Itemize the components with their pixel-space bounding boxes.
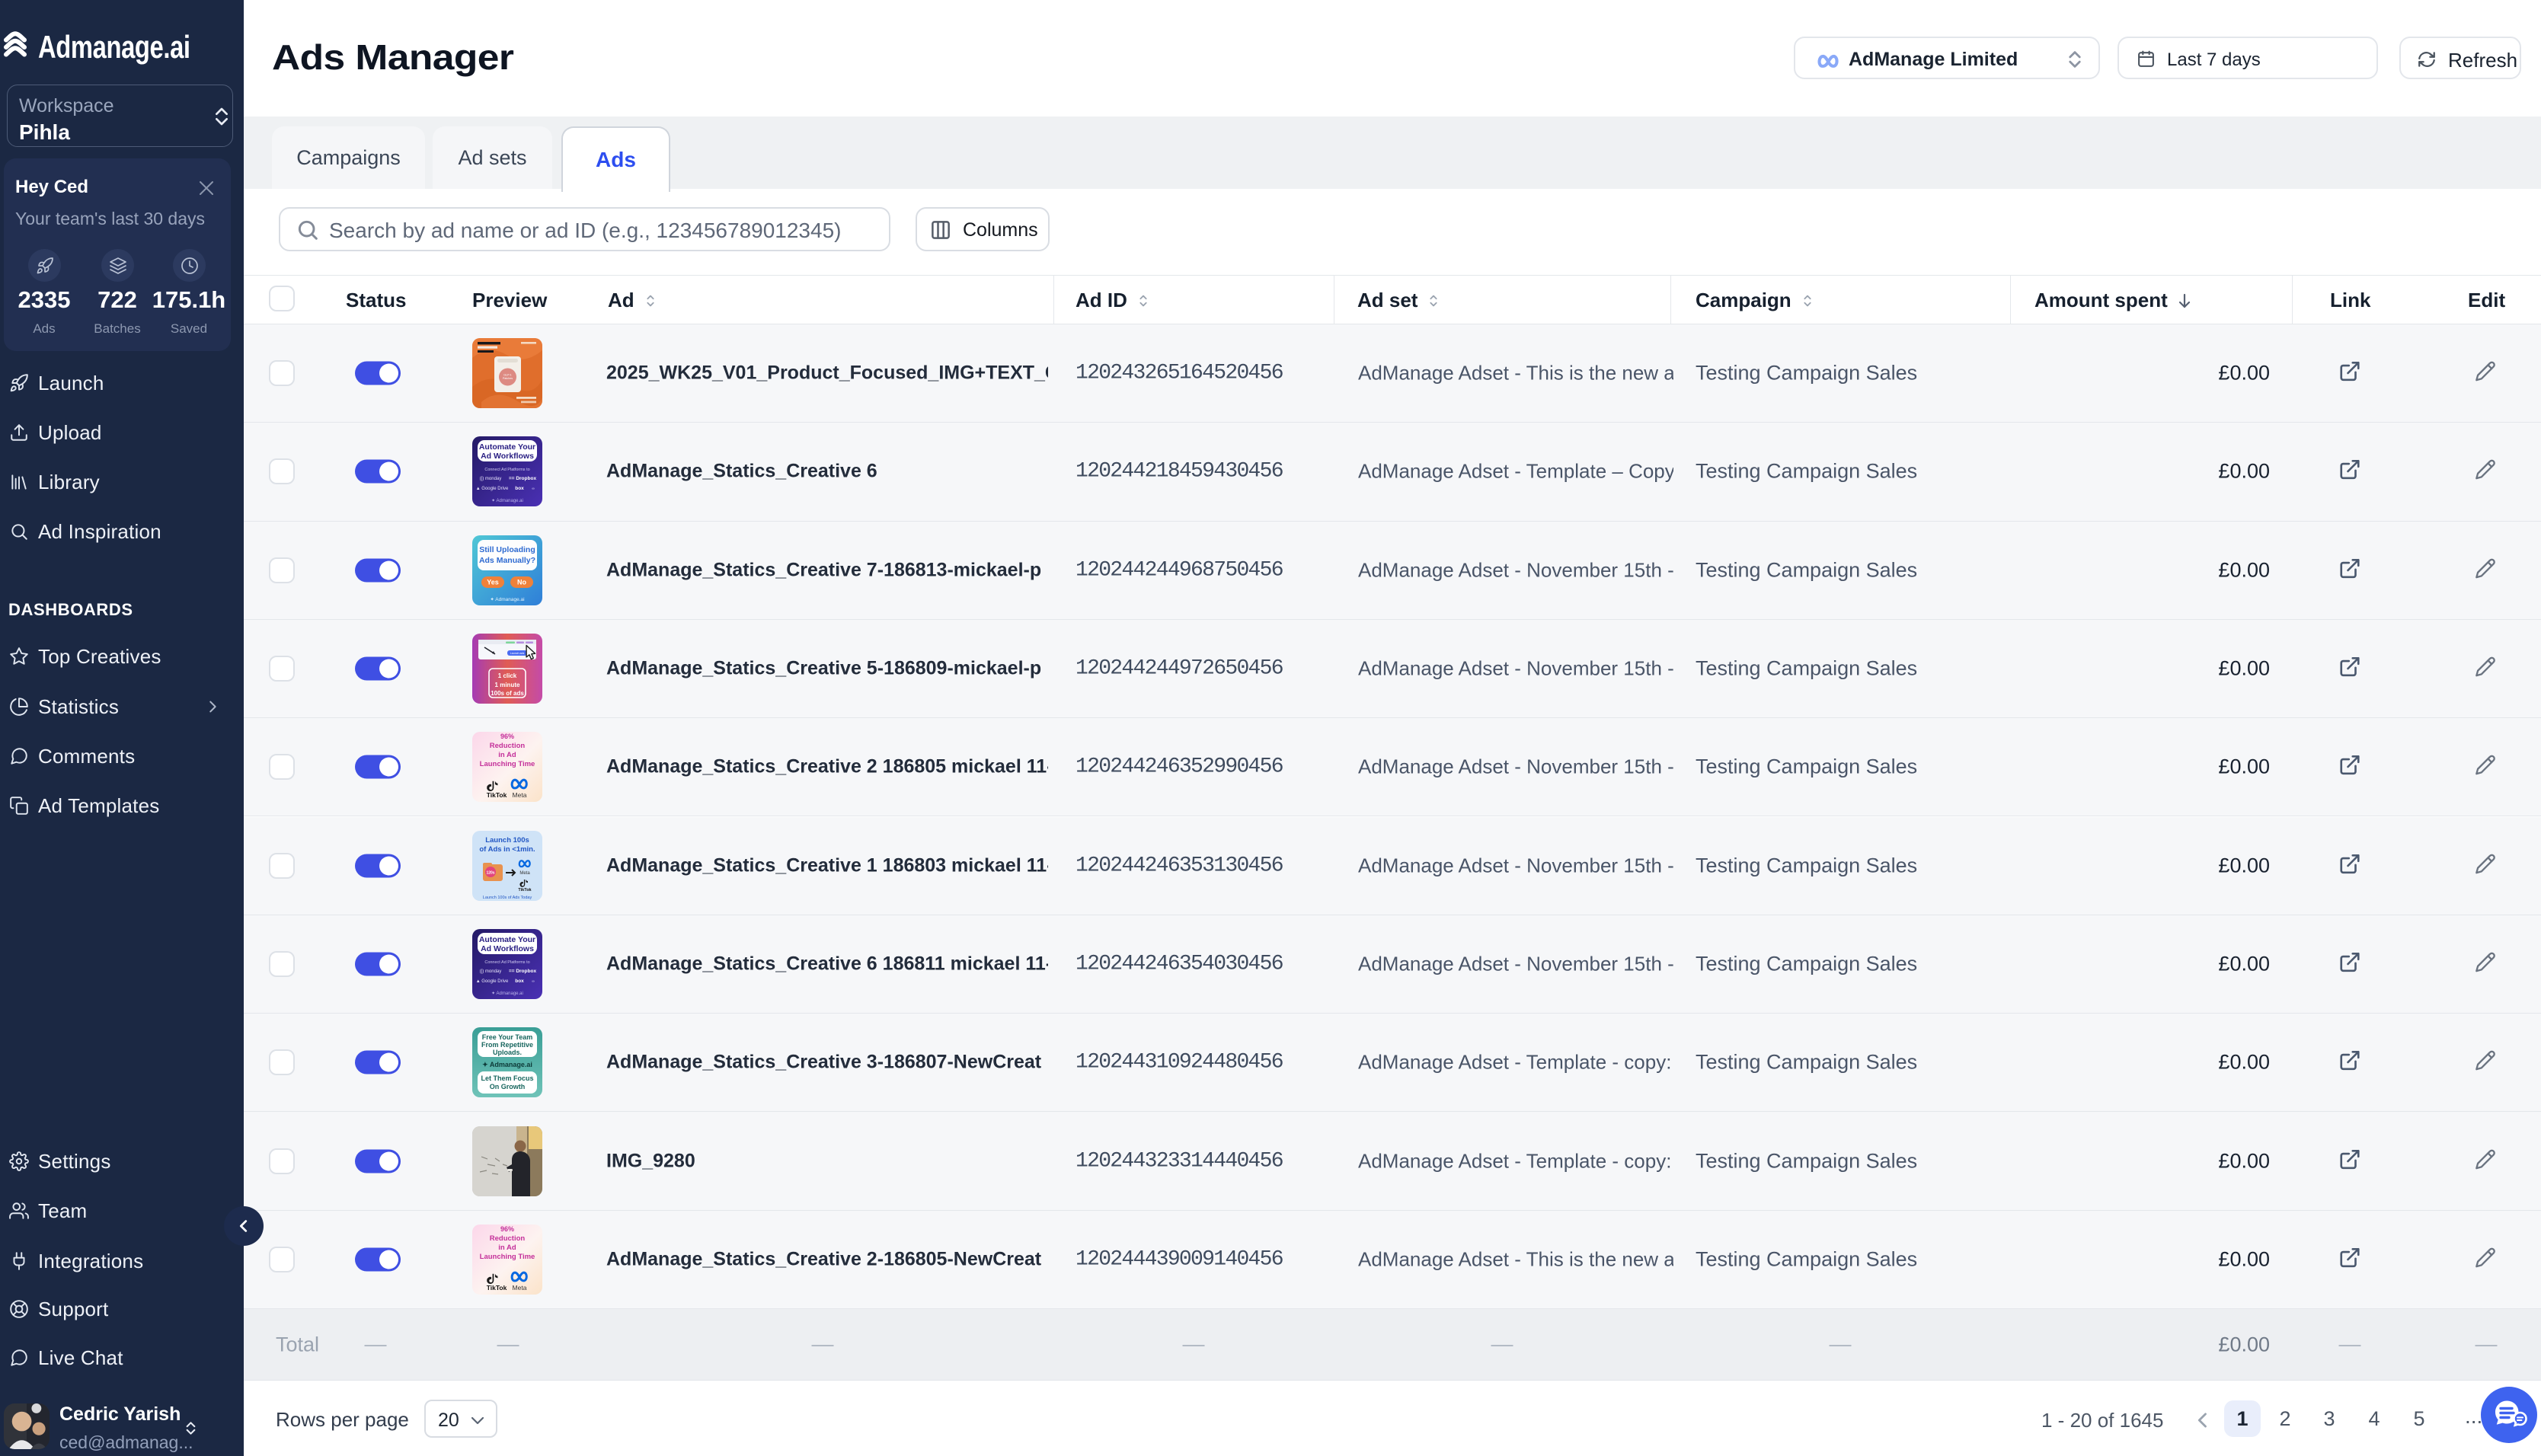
svg-text:Ad Workflows: Ad Workflows xyxy=(481,452,534,461)
svg-text:Ads Manually?: Ads Manually? xyxy=(479,556,535,565)
svg-text:Yes: Yes xyxy=(487,578,499,586)
svg-text:TikTok: TikTok xyxy=(487,791,507,799)
svg-text:== Dropbox: == Dropbox xyxy=(509,969,537,974)
svg-text:∞: ∞ xyxy=(532,979,535,984)
svg-text:Let Them Focus: Let Them Focus xyxy=(481,1074,533,1082)
svg-text:On Growth: On Growth xyxy=(490,1083,526,1090)
svg-text:Reduction: Reduction xyxy=(490,742,526,750)
svg-text:100s of ads: 100s of ads xyxy=(491,690,524,697)
svg-text:From Repetitive: From Repetitive xyxy=(481,1041,533,1049)
svg-text:Uploads.: Uploads. xyxy=(493,1049,522,1056)
svg-text:Launching Time: Launching Time xyxy=(480,1253,535,1261)
svg-text:1 click: 1 click xyxy=(498,672,517,679)
svg-text:✦ Admanage.ai: ✦ Admanage.ai xyxy=(490,596,524,602)
svg-text:(|) monday: (|) monday xyxy=(480,477,502,481)
svg-text:1 minute: 1 minute xyxy=(495,682,520,688)
svg-text:TikTok: TikTok xyxy=(487,1284,507,1292)
svg-text:Free Your Team: Free Your Team xyxy=(482,1033,533,1041)
svg-text:TikTok: TikTok xyxy=(518,888,532,892)
svg-text:box: box xyxy=(515,979,524,984)
svg-text:No: No xyxy=(517,578,526,586)
svg-text:Launch 100s: Launch 100s xyxy=(485,836,529,845)
svg-text:Still Uploading: Still Uploading xyxy=(479,545,535,554)
svg-text:box: box xyxy=(515,486,524,491)
svg-text:of Ads in <1min.: of Ads in <1min. xyxy=(479,845,535,854)
svg-text:in Ad: in Ad xyxy=(498,1244,516,1252)
svg-text:Ad Workflows: Ad Workflows xyxy=(481,944,534,953)
svg-text:Launch ads: Launch ads xyxy=(510,652,525,655)
svg-text:▲ Google Drive: ▲ Google Drive xyxy=(476,487,509,491)
svg-text:96%: 96% xyxy=(500,733,514,740)
svg-text:in Ad: in Ad xyxy=(498,751,516,759)
svg-text:(|) monday: (|) monday xyxy=(480,969,502,974)
svg-text:▲ Google Drive: ▲ Google Drive xyxy=(476,979,509,984)
svg-text:Meta: Meta xyxy=(513,1284,527,1292)
svg-text:Launch 100s of Ads Today: Launch 100s of Ads Today xyxy=(483,896,532,900)
svg-text:Connect Ad Platforms to: Connect Ad Platforms to xyxy=(484,960,529,965)
svg-text:== Dropbox: == Dropbox xyxy=(509,476,537,481)
svg-text:∞: ∞ xyxy=(532,487,535,491)
svg-text:Launching Time: Launching Time xyxy=(480,760,535,768)
svg-text:Reduction: Reduction xyxy=(490,1234,526,1243)
svg-text:GLP-1: GLP-1 xyxy=(503,374,511,377)
svg-text:Meta: Meta xyxy=(519,871,530,876)
svg-text:Automate Your: Automate Your xyxy=(479,442,535,452)
svg-text:Meta: Meta xyxy=(513,791,527,799)
svg-text:96%: 96% xyxy=(500,1225,514,1233)
svg-text:Patches: Patches xyxy=(503,377,513,380)
svg-text:✦ Admanage.ai: ✦ Admanage.ai xyxy=(482,1061,532,1068)
svg-text:✦ Admanage.ai: ✦ Admanage.ai xyxy=(491,991,523,996)
svg-text:Connect Ad Platforms to: Connect Ad Platforms to xyxy=(484,468,529,472)
svg-text:120s: 120s xyxy=(486,870,494,875)
svg-text:✦ Admanage.ai: ✦ Admanage.ai xyxy=(491,498,523,503)
svg-text:Automate Your: Automate Your xyxy=(479,935,535,944)
